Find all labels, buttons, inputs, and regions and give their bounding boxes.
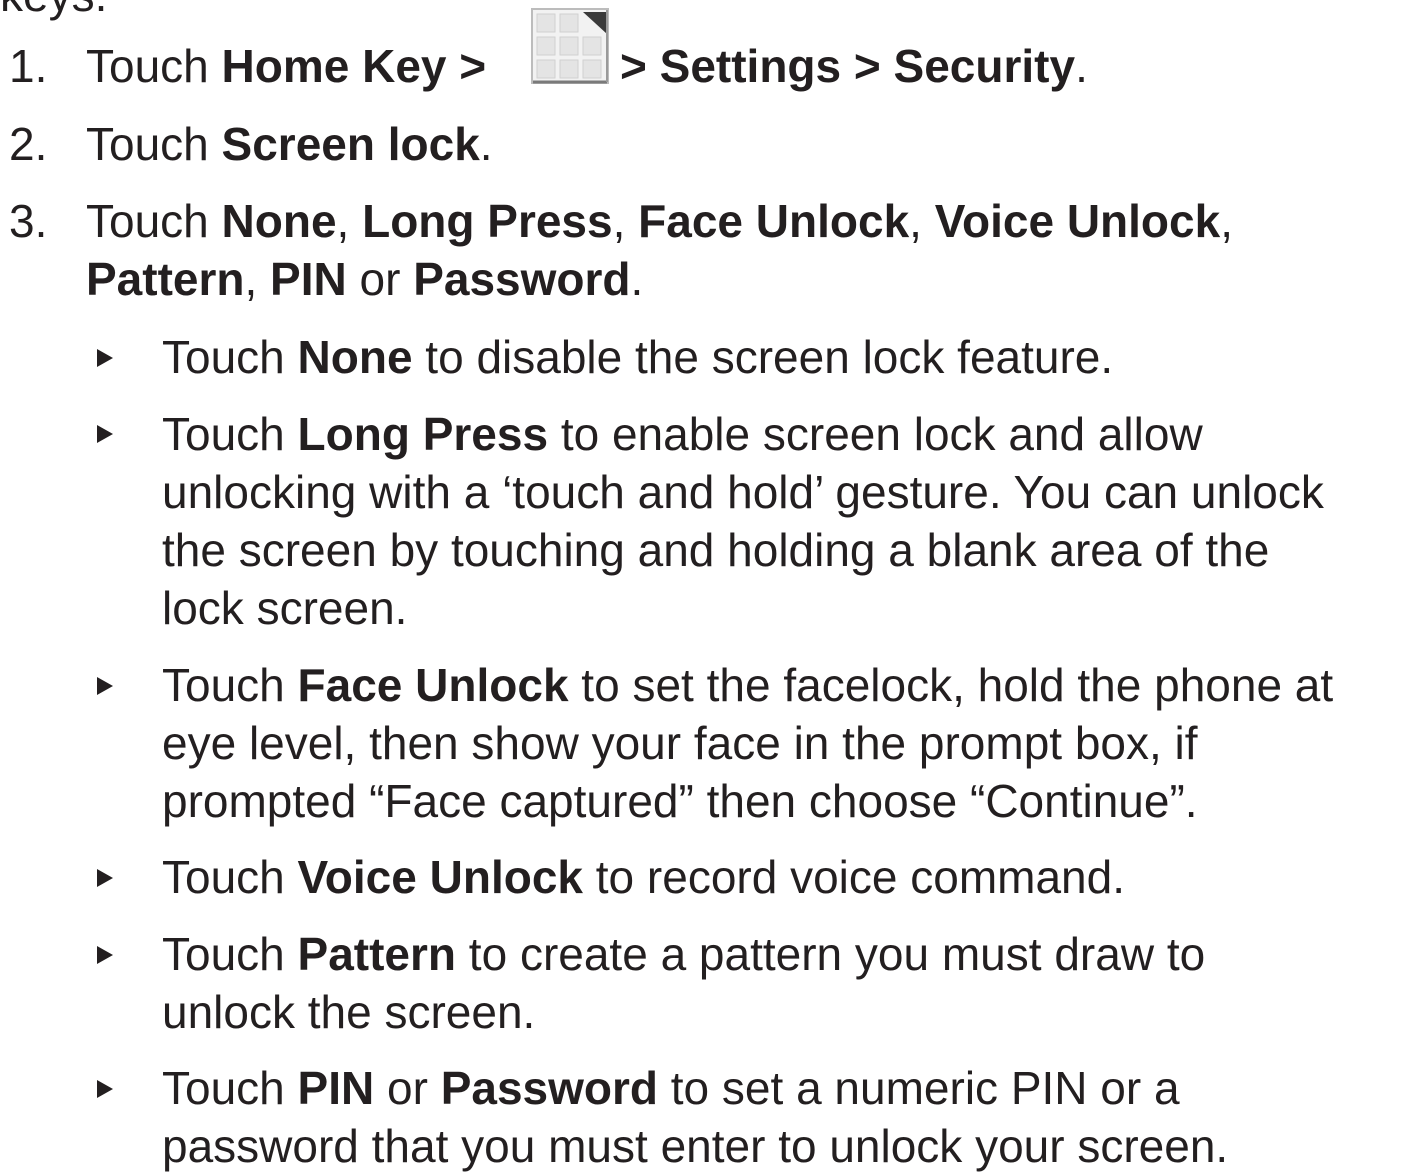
bullet-bold-long-press: Long Press [297,408,549,460]
step-3-prefix: Touch [86,195,222,247]
step-3-end: . [630,253,644,305]
bullet-prefix: Touch [162,1062,298,1114]
bullet-arrow-icon [97,349,113,367]
bullet-prefix: Touch [162,659,298,711]
bullet-prefix: Touch [162,408,298,460]
step-3-sep: , [336,195,363,247]
step-1-end: . [1075,40,1088,92]
bullet-face-unlock-line-1: Touch Face Unlock to set the facelock, h… [162,656,1333,714]
bullet-prefix: Touch [162,928,298,980]
header-fragment: keys. [0,0,107,24]
step-1-prefix: Touch [86,40,222,92]
bullet-arrow-icon [97,425,113,443]
bullet-face-unlock-line-2: eye level, then show your face in the pr… [162,717,1198,769]
bullet-arrow-icon [97,677,113,695]
bullet-bold-face-unlock: Face Unlock [297,659,569,711]
bullet-arrow-icon [97,946,113,964]
step-3-sep: , [1220,195,1233,247]
bullet-bold-password: Password [440,1062,658,1114]
bullet-text: to set the facelock, hold the phone at [568,659,1334,711]
step-3-bold-face-unlock: Face Unlock [638,195,910,247]
bullet-pin-password-line-2: password that you must enter to unlock y… [162,1120,1229,1172]
step-3-bold-voice-unlock: Voice Unlock [934,195,1221,247]
bullet-bold-voice-unlock: Voice Unlock [297,851,583,903]
step-2-prefix: Touch [86,118,222,170]
step-3-sep: , [909,195,935,247]
bullet-long-press-line-3: the screen by touching and holding a bla… [162,524,1270,576]
bullet-text: or [374,1062,441,1114]
step-3-sep: , [612,195,639,247]
bullet-none-line-1: Touch None to disable the screen lock fe… [162,328,1113,386]
bullet-prefix: Touch [162,331,298,383]
step-3-bold-password: Password [413,253,631,305]
bullet-voice-unlock-line-1: Touch Voice Unlock to record voice comma… [162,848,1125,906]
step-2-end: . [479,118,493,170]
bullet-text: to set a numeric PIN or a [658,1062,1180,1114]
bullet-bold-pin: PIN [297,1062,375,1114]
bullet-pin-password-line-1: Touch PIN or Password to set a numeric P… [162,1059,1180,1117]
bullet-text: to create a pattern you must draw to [456,928,1206,980]
step-3-number: 3. [9,195,48,247]
bullet-prefix: Touch [162,851,298,903]
step-3-bold-pattern: Pattern [86,253,245,305]
bullet-text: to disable the screen lock feature. [412,331,1114,383]
step-1-text-a: Touch Home Key > [86,37,486,95]
step-3-sep: , [244,253,271,305]
bullet-face-unlock-line-3: prompted “Face captured” then choose “Co… [162,775,1198,827]
step-1-bold-home-key: Home Key > [221,40,487,92]
bullet-bold-none: None [297,331,413,383]
step-2-bold-screen-lock: Screen lock [221,118,480,170]
bullet-bold-pattern: Pattern [297,928,457,980]
step-3-bold-long-press: Long Press [362,195,613,247]
bullet-text: to record voice command. [583,851,1126,903]
step-3-sep: or [346,253,414,305]
bullet-long-press-line-1: Touch Long Press to enable screen lock a… [162,405,1203,463]
step-3-text-line-1: Touch None, Long Press, Face Unlock, Voi… [86,192,1233,250]
bullet-pattern-line-1: Touch Pattern to create a pattern you mu… [162,925,1205,983]
bullet-long-press-line-4: lock screen. [162,582,408,634]
step-3-bold-none: None [221,195,337,247]
apps-grid-icon [531,8,609,84]
step-3-bold-pin: PIN [270,253,347,305]
bullet-text: to enable screen lock and allow [548,408,1203,460]
bullet-arrow-icon [97,869,113,887]
step-3-text-line-2: Pattern, PIN or Password. [86,250,643,308]
step-1-text-b: > Settings > Security. [620,37,1088,95]
bullet-long-press-line-2: unlocking with a ‘touch and hold’ gestur… [162,466,1324,518]
step-1-bold-settings-security: > Settings > Security [620,40,1076,92]
step-1-number: 1. [9,40,48,92]
bullet-pattern-line-2: unlock the screen. [162,986,536,1038]
bullet-arrow-icon [97,1080,113,1098]
step-2-number: 2. [9,118,48,170]
step-2-text: Touch Screen lock. [86,115,493,173]
